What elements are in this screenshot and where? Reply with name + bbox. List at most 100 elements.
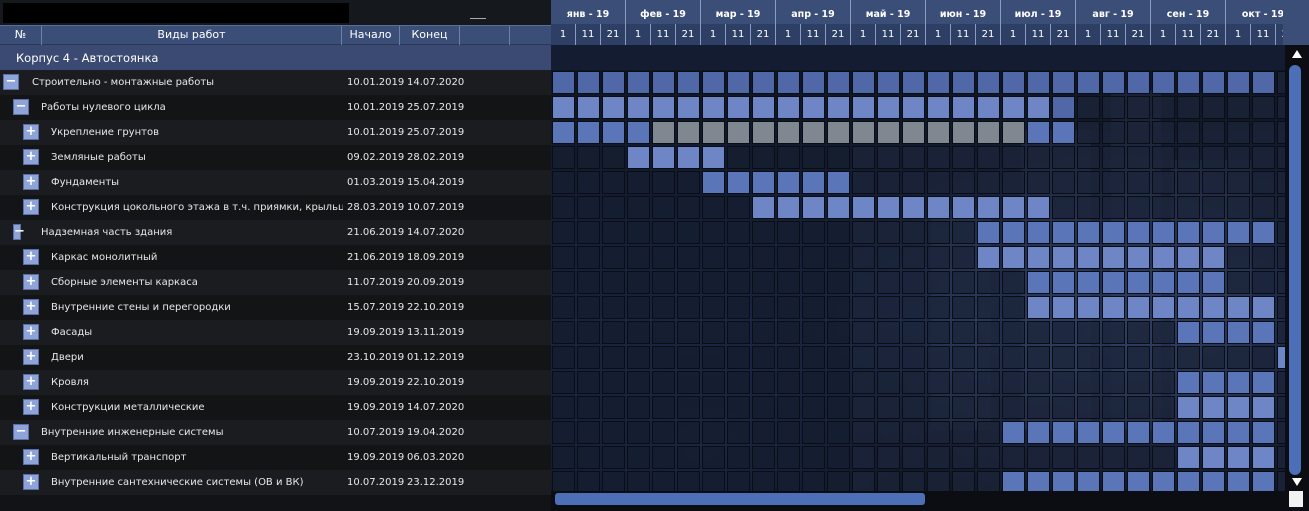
gantt-cell[interactable] [702,321,725,344]
gantt-cell[interactable] [702,446,725,469]
gantt-cell[interactable] [777,346,800,369]
gantt-bar-cell[interactable] [1202,71,1225,94]
gantt-cell[interactable] [1252,96,1275,119]
gantt-cell[interactable] [1002,446,1025,469]
gantt-cell[interactable] [852,346,875,369]
gantt-cell[interactable] [577,246,600,269]
gantt-cell[interactable] [1052,446,1075,469]
gantt-cell[interactable] [927,471,950,491]
column-header-end[interactable]: Конец [400,26,460,45]
gantt-bar-cell[interactable] [902,96,925,119]
gantt-cell[interactable] [602,371,625,394]
gantt-cell[interactable] [1252,246,1275,269]
gantt-bar-cell[interactable] [627,96,650,119]
gantt-bar-cell[interactable] [727,96,750,119]
gantt-bar-cell[interactable] [627,71,650,94]
gantt-cell[interactable] [902,396,925,419]
expand-icon[interactable]: + [23,299,39,315]
gantt-cell[interactable] [852,421,875,444]
gantt-bar-cell[interactable] [1052,96,1075,119]
gantt-cell[interactable] [802,321,825,344]
gantt-cell[interactable] [1277,71,1285,94]
gantt-cell[interactable] [677,271,700,294]
gantt-bar-cell[interactable] [827,96,850,119]
gantt-bar-cell[interactable] [1177,296,1200,319]
gantt-cell[interactable] [1102,371,1125,394]
gantt-cell[interactable] [627,246,650,269]
gantt-cell[interactable] [927,446,950,469]
gantt-cell[interactable] [902,146,925,169]
gantt-cell[interactable] [777,396,800,419]
gantt-cell[interactable] [952,296,975,319]
gantt-bar-cell[interactable] [802,171,825,194]
gantt-bar-cell[interactable] [1002,421,1025,444]
expand-icon[interactable]: + [23,124,39,140]
gantt-cell[interactable] [877,246,900,269]
gantt-cell[interactable] [1202,146,1225,169]
gantt-bar-cell[interactable] [702,121,725,144]
gantt-cell[interactable] [1102,346,1125,369]
gantt-bar-cell[interactable] [1202,371,1225,394]
gantt-bar-cell[interactable] [1102,271,1125,294]
gantt-cell[interactable] [852,296,875,319]
expand-icon[interactable]: + [23,199,39,215]
gantt-cell[interactable] [977,146,1000,169]
gantt-cell[interactable] [927,421,950,444]
gantt-cell[interactable] [1127,146,1150,169]
gantt-cell[interactable] [802,446,825,469]
gantt-cell[interactable] [877,271,900,294]
gantt-cell[interactable] [877,346,900,369]
gantt-cell[interactable] [577,271,600,294]
gantt-bar-cell[interactable] [777,96,800,119]
vertical-scrollbar[interactable] [1285,45,1309,491]
gantt-cell[interactable] [1227,246,1250,269]
gantt-cell[interactable] [1127,171,1150,194]
gantt-cell[interactable] [1152,396,1175,419]
gantt-bar-cell[interactable] [927,196,950,219]
gantt-cell[interactable] [602,421,625,444]
task-row[interactable]: + Вертикальный транспорт 19.09.2019 06.03.2… [0,445,551,470]
vertical-scroll-thumb[interactable] [1289,65,1301,475]
gantt-cell[interactable] [677,471,700,491]
task-row[interactable]: + Земляные работы 09.02.2019 28.02.2019 [0,145,551,170]
gantt-cell[interactable] [702,271,725,294]
gantt-bar-cell[interactable] [902,71,925,94]
gantt-bar-cell[interactable] [777,71,800,94]
gantt-bar-cell[interactable] [927,96,950,119]
scroll-up-arrow-icon[interactable] [1292,50,1302,58]
gantt-bar-cell[interactable] [1052,221,1075,244]
gantt-bar-cell[interactable] [952,196,975,219]
gantt-bar-cell[interactable] [827,71,850,94]
gantt-cell[interactable] [1277,371,1285,394]
gantt-cell[interactable] [802,471,825,491]
gantt-cell[interactable] [927,221,950,244]
gantt-bar-cell[interactable] [677,96,700,119]
gantt-bar-cell[interactable] [1002,71,1025,94]
gantt-bar-cell[interactable] [1227,396,1250,419]
gantt-bar-cell[interactable] [727,71,750,94]
collapse-icon[interactable]: − [13,99,29,115]
gantt-cell[interactable] [677,446,700,469]
gantt-cell[interactable] [852,371,875,394]
gantt-cell[interactable] [902,171,925,194]
collapse-icon[interactable]: − [13,424,29,440]
collapse-icon[interactable]: − [3,74,19,90]
gantt-cell[interactable] [552,346,575,369]
gantt-bar-cell[interactable] [902,121,925,144]
gantt-cell[interactable] [1102,396,1125,419]
horizontal-scroll-thumb[interactable] [555,493,925,505]
gantt-cell[interactable] [1052,196,1075,219]
gantt-cell[interactable] [977,346,1000,369]
gantt-cell[interactable] [577,346,600,369]
gantt-cell[interactable] [727,221,750,244]
gantt-cell[interactable] [627,171,650,194]
gantt-cell[interactable] [1077,121,1100,144]
gantt-cell[interactable] [1277,271,1285,294]
gantt-cell[interactable] [1252,196,1275,219]
gantt-cell[interactable] [902,221,925,244]
gantt-bar-cell[interactable] [1252,221,1275,244]
gantt-cell[interactable] [902,471,925,491]
gantt-bar-cell[interactable] [777,171,800,194]
gantt-cell[interactable] [552,196,575,219]
task-row[interactable]: + Внутренние сантехнические системы (ОВ и… [0,470,551,495]
